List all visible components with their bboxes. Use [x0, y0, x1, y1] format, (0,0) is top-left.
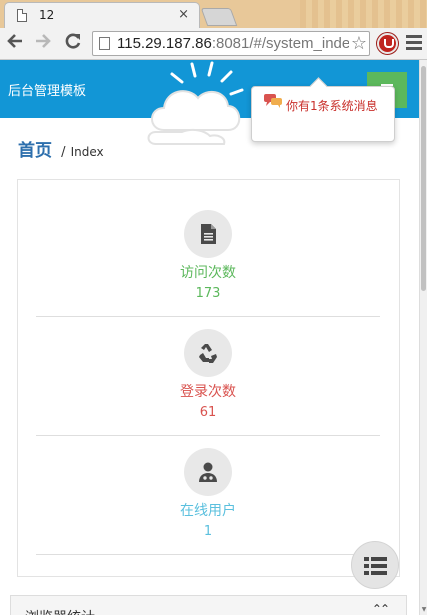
stat-icon-circle [184, 448, 232, 496]
tab-title: 12 [39, 8, 55, 22]
breadcrumb-separator: / [61, 145, 66, 160]
reload-icon [65, 33, 81, 49]
url-text[interactable]: 115.29.187.86:8081/#/system_index [117, 35, 358, 52]
forward-button[interactable] [32, 32, 54, 54]
breadcrumb-home[interactable]: 首页 [18, 141, 52, 161]
file-text-icon [201, 224, 216, 244]
back-button[interactable] [4, 32, 26, 54]
page-info-icon[interactable] [99, 37, 110, 50]
stat-value: 173 [195, 286, 221, 301]
page-viewport: 后台管理模板 你有1条系统消息 首页 / Index 访问次数 173 登录次数… [0, 60, 419, 615]
brand-title[interactable]: 后台管理模板 [8, 80, 86, 99]
browser-tab[interactable]: 12 × [4, 2, 200, 28]
stat-icon-circle [184, 210, 232, 258]
stat-value: 1 [203, 524, 213, 539]
notification-text[interactable]: 你有1条系统消息 [286, 97, 390, 115]
address-bar[interactable]: 115.29.187.86:8081/#/system_index ☆ [92, 31, 370, 56]
browser-menu-icon[interactable] [406, 35, 422, 53]
stats-panel: 访问次数 173 登录次数 61 在线用户 1 [17, 179, 400, 577]
breadcrumb-current: Index [70, 145, 104, 159]
url-path: :8081/#/system_index [211, 35, 358, 52]
scroll-down-arrow-icon[interactable]: ▼ [420, 606, 427, 613]
page-scrollbar[interactable]: ▼ [419, 60, 427, 615]
cloud-logo-icon [147, 61, 244, 145]
page-icon [17, 9, 27, 22]
stat-label: 登录次数 [180, 384, 236, 400]
arrow-left-icon [7, 34, 22, 48]
stat-icon-circle [184, 329, 232, 377]
recycle-icon [199, 344, 217, 363]
stat-label: 访问次数 [180, 265, 236, 281]
tab-close-icon[interactable]: × [178, 7, 189, 22]
stat-online-users: 在线用户 1 [36, 436, 380, 555]
section-title: 浏览器统计 [25, 607, 95, 615]
chat-bubbles-icon [264, 94, 282, 108]
url-host: 115.29.187.86 [117, 35, 212, 52]
stat-visits: 访问次数 173 [36, 198, 380, 317]
stat-logins: 登录次数 61 [36, 317, 380, 436]
arrow-right-icon [36, 34, 51, 48]
stat-label: 在线用户 [180, 503, 236, 519]
scroll-thumb[interactable] [421, 66, 426, 291]
browser-tabbar: 12 × [0, 0, 427, 28]
floating-list-button[interactable] [351, 541, 399, 589]
tabbar-background [300, 0, 427, 28]
user-doctor-icon [199, 462, 217, 482]
collapse-chevron-icon[interactable]: ⌃⌃ [372, 602, 390, 615]
new-tab-button[interactable] [200, 8, 238, 26]
stat-value: 61 [199, 405, 217, 420]
extension-icon[interactable] [377, 33, 398, 54]
browser-toolbar: 115.29.187.86:8081/#/system_index ☆ [0, 28, 427, 60]
reload-button[interactable] [62, 32, 84, 54]
browser-stats-section[interactable]: 浏览器统计 ⌃⌃ [10, 595, 407, 615]
breadcrumb: 首页 / Index [18, 136, 104, 161]
notification-popover[interactable]: 你有1条系统消息 [251, 86, 395, 142]
bookmark-star-icon[interactable]: ☆ [348, 33, 367, 54]
